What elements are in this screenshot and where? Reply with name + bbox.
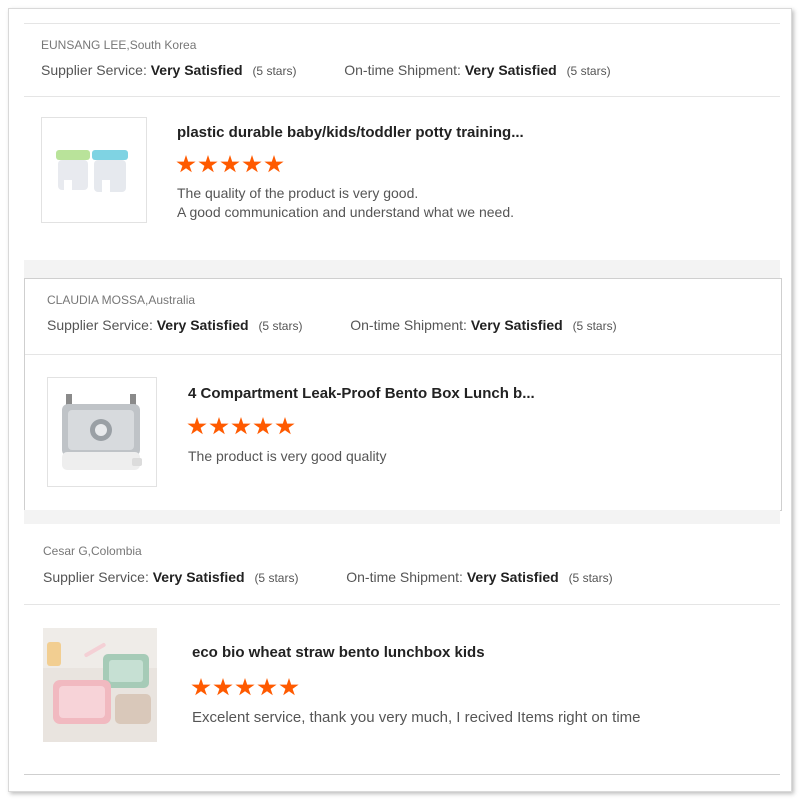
- star-icon: [253, 417, 273, 435]
- star-icon: [231, 417, 251, 435]
- supplier-service-stars: (5 stars): [258, 319, 303, 333]
- ratings-summary: Supplier Service: Very Satisfied (5 star…: [41, 62, 611, 78]
- shipment-value: Very Satisfied: [470, 317, 563, 333]
- star-icon: [275, 417, 295, 435]
- supplier-service-label: Supplier Service:: [47, 317, 153, 333]
- review-comment: Excelent service, thank you very much, I…: [192, 708, 641, 727]
- review-card: CLAUDIA MOSSA,Australia Supplier Service…: [24, 278, 782, 511]
- comment-line: Excelent service, thank you very much, I…: [192, 709, 641, 726]
- bento-box-image: [48, 378, 156, 486]
- star-icon: [209, 417, 229, 435]
- rating-stars: [176, 155, 284, 174]
- supplier-service-value: Very Satisfied: [152, 569, 245, 585]
- shipment-label: On-time Shipment:: [346, 569, 463, 585]
- rating-stars: [191, 678, 299, 697]
- star-icon: [220, 155, 240, 173]
- ratings-summary: Supplier Service: Very Satisfied (5 star…: [47, 317, 617, 333]
- rating-stars: [187, 417, 295, 436]
- ratings-summary: Supplier Service: Very Satisfied (5 star…: [43, 569, 613, 585]
- supplier-service-value: Very Satisfied: [156, 317, 249, 333]
- product-title-link[interactable]: eco bio wheat straw bento lunchbox kids: [192, 644, 485, 661]
- star-icon: [279, 678, 299, 696]
- product-title-link[interactable]: 4 Compartment Leak-Proof Bento Box Lunch…: [188, 385, 535, 402]
- supplier-service-label: Supplier Service:: [41, 62, 147, 78]
- review-header: EUNSANG LEE,South Korea Supplier Service…: [24, 24, 780, 97]
- review-card: Cesar G,Colombia Supplier Service: Very …: [24, 524, 780, 775]
- review-card: EUNSANG LEE,South Korea Supplier Service…: [24, 23, 780, 261]
- star-icon: [242, 155, 262, 173]
- product-image[interactable]: [41, 117, 147, 223]
- star-icon: [187, 417, 207, 435]
- review-header: Cesar G,Colombia Supplier Service: Very …: [24, 524, 780, 605]
- product-title-link[interactable]: plastic durable baby/kids/toddler potty …: [177, 124, 524, 141]
- section-gap: [24, 260, 780, 278]
- review-comment: The quality of the product is very good.…: [177, 184, 514, 222]
- star-icon: [213, 678, 233, 696]
- section-gap: [24, 510, 780, 524]
- potty-stool-image: [42, 118, 146, 222]
- supplier-service-stars: (5 stars): [254, 571, 299, 585]
- star-icon: [176, 155, 196, 173]
- supplier-service-value: Very Satisfied: [150, 62, 243, 78]
- reviews-panel: EUNSANG LEE,South Korea Supplier Service…: [8, 8, 792, 792]
- comment-line: A good communication and understand what…: [177, 204, 515, 220]
- star-icon: [257, 678, 277, 696]
- reviewer-name: EUNSANG LEE,South Korea: [41, 38, 197, 52]
- star-icon: [264, 155, 284, 173]
- review-comment: The product is very good quality: [188, 447, 386, 466]
- star-icon: [198, 155, 218, 173]
- reviewer-name: Cesar G,Colombia: [43, 544, 142, 558]
- product-image[interactable]: [47, 377, 157, 487]
- shipment-stars: (5 stars): [566, 64, 611, 78]
- product-image[interactable]: [43, 628, 157, 742]
- shipment-stars: (5 stars): [568, 571, 613, 585]
- star-icon: [235, 678, 255, 696]
- wheat-straw-lunchbox-image: [43, 628, 157, 742]
- shipment-value: Very Satisfied: [464, 62, 557, 78]
- supplier-service-label: Supplier Service:: [43, 569, 149, 585]
- comment-line: The product is very good quality: [188, 448, 387, 464]
- shipment-stars: (5 stars): [572, 319, 617, 333]
- shipment-label: On-time Shipment:: [350, 317, 467, 333]
- supplier-service-stars: (5 stars): [252, 64, 297, 78]
- comment-line: The quality of the product is very good.: [177, 185, 419, 201]
- shipment-label: On-time Shipment:: [344, 62, 461, 78]
- shipment-value: Very Satisfied: [466, 569, 559, 585]
- reviewer-name: CLAUDIA MOSSA,Australia: [47, 293, 196, 307]
- star-icon: [191, 678, 211, 696]
- review-header: CLAUDIA MOSSA,Australia Supplier Service…: [25, 279, 781, 355]
